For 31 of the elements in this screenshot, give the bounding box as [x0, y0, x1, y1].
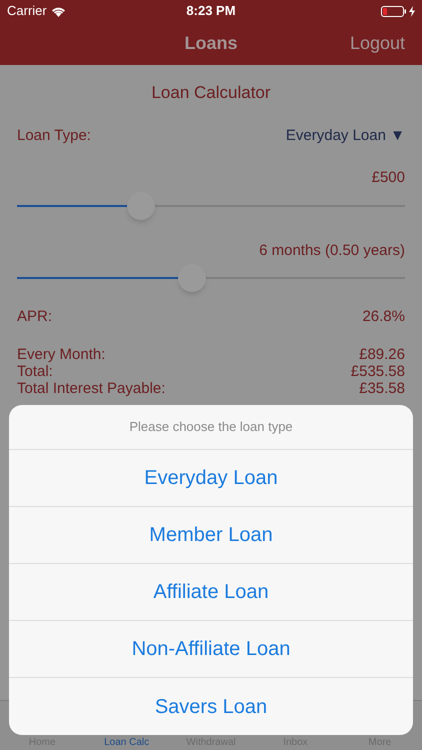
carrier-label: Carrier: [7, 2, 47, 20]
slider-reading: 6 months (0.50 years): [259, 240, 405, 260]
slider[interactable]: [17, 264, 405, 292]
loan-type-option[interactable]: Member Loan: [9, 507, 413, 564]
loan-type-option[interactable]: Non-Affiliate Loan: [9, 621, 413, 678]
result-value: £89.26: [359, 346, 405, 362]
wifi-icon: [50, 6, 66, 16]
loan-type-label: Loan Type:: [17, 126, 91, 146]
apr-value: 26.8%: [362, 307, 405, 327]
apr-label: APR:: [17, 307, 52, 327]
result-value: £535.58: [350, 362, 405, 380]
loan-type-option[interactable]: Affiliate Loan: [9, 564, 413, 621]
charging-bolt-icon: [408, 6, 415, 16]
result-label: Every Month:: [17, 346, 106, 362]
tab-item[interactable]: Loan Calc: [84, 737, 169, 749]
slider[interactable]: [17, 192, 405, 220]
loan-type-option[interactable]: Everyday Loan: [9, 450, 413, 507]
logout-button[interactable]: Logout: [350, 30, 405, 57]
result-value: £35.58: [359, 380, 405, 396]
slider-thumb[interactable]: [127, 192, 156, 220]
action-sheet-title: Please choose the loan type: [129, 418, 293, 436]
loan-type-dropdown[interactable]: Everyday Loan ▼: [286, 124, 405, 147]
result-label: Total Interest Payable:: [17, 380, 166, 396]
slider-thumb[interactable]: [178, 264, 206, 292]
loan-type-option[interactable]: Savers Loan: [9, 678, 413, 735]
clock-time: 8:23 PM: [186, 2, 236, 20]
battery-icon: [380, 6, 407, 16]
calculator-title: Loan Calculator: [151, 82, 271, 104]
nav-title: Loans: [184, 32, 238, 55]
slider-reading: £500: [372, 168, 405, 188]
result-label: Total:: [17, 362, 53, 380]
